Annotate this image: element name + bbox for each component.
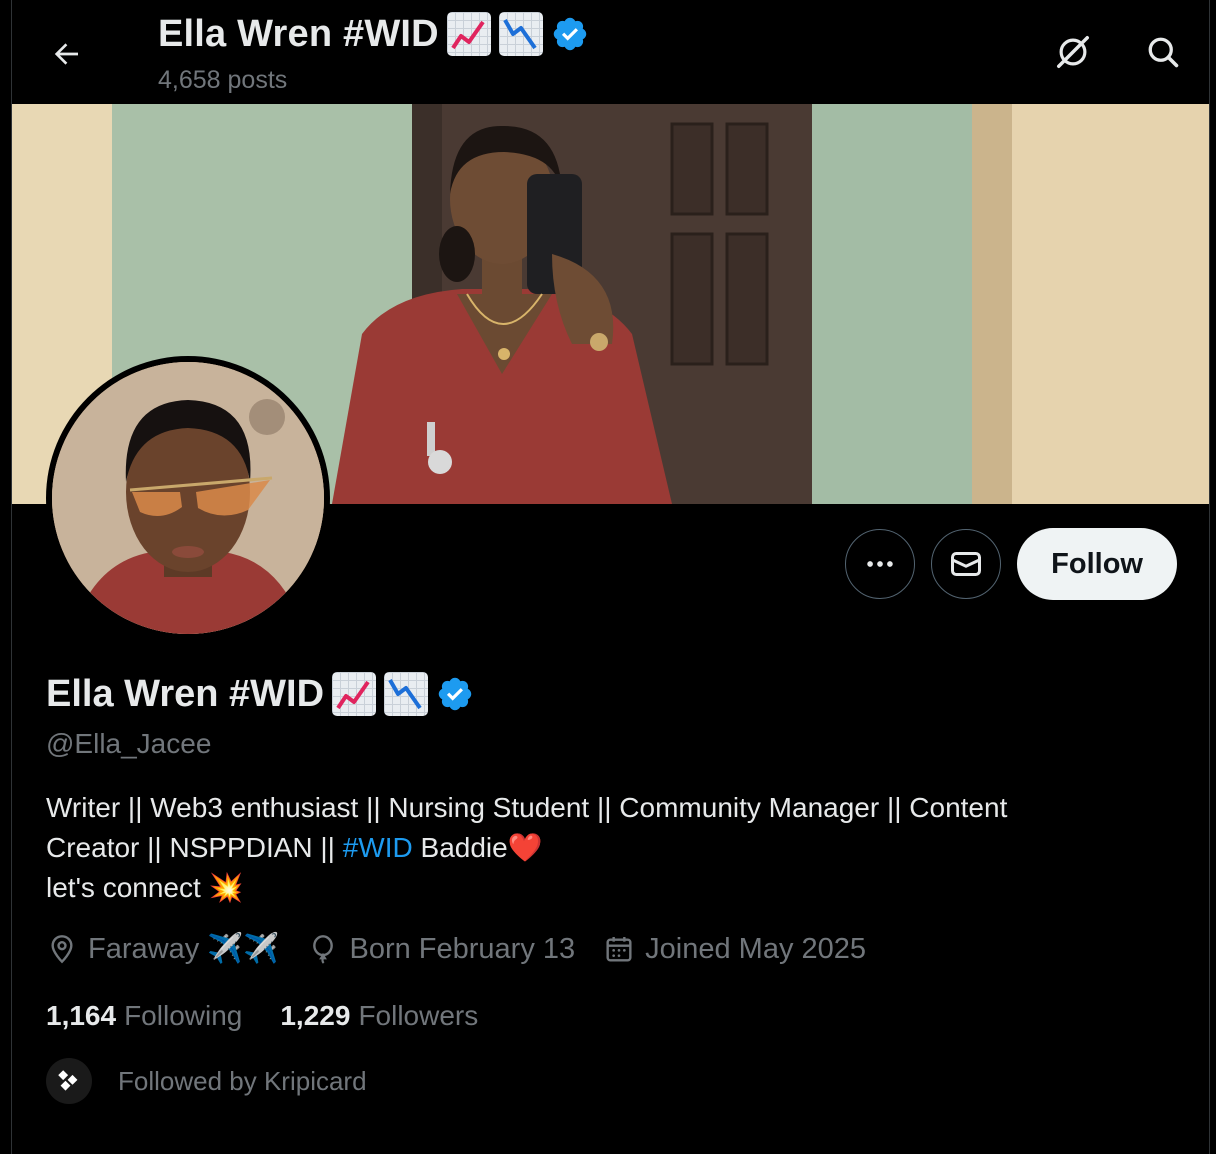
- avatar-image: [52, 362, 324, 634]
- calendar-icon: [606, 937, 632, 962]
- verified-badge-icon: [553, 17, 587, 51]
- followers-label: Followers: [358, 1000, 479, 1031]
- following-link[interactable]: 1,164 Following: [46, 1000, 242, 1032]
- follow-button[interactable]: Follow: [1017, 528, 1177, 600]
- chart-decreasing-emoji: [384, 672, 429, 716]
- following-label: Following: [124, 1000, 243, 1031]
- bio-line-2: Creator || NSPPDIAN || #WID Baddie❤️: [46, 828, 1156, 868]
- follower-avatar: [46, 1058, 92, 1104]
- hashtag-link[interactable]: #WID: [343, 832, 413, 863]
- profile-name-row: Ella Wren #WID: [46, 672, 474, 716]
- chart-increasing-emoji: [332, 672, 377, 716]
- followers-link[interactable]: 1,229 Followers: [280, 1000, 478, 1032]
- collision-emoji: 💥: [208, 872, 244, 903]
- followed-by-text: Followed by Kripicard: [118, 1065, 367, 1096]
- search-icon: [1148, 37, 1179, 68]
- header-display-name: Ella Wren #WID: [158, 12, 439, 55]
- followed-by-row[interactable]: Followed by Kripicard: [46, 1058, 367, 1104]
- bio-text: Baddie: [412, 832, 508, 863]
- location-pin-icon: [51, 935, 73, 964]
- more-button[interactable]: [845, 529, 916, 599]
- heart-emoji: ❤️: [507, 832, 543, 863]
- more-icon: [867, 561, 893, 567]
- bio-text: Creator || NSPPDIAN ||: [46, 832, 343, 863]
- kripicard-logo-icon: [58, 1070, 78, 1091]
- profile-actions: Follow: [845, 528, 1177, 600]
- grok-icon: [1057, 36, 1089, 68]
- profile-display-name: Ella Wren #WID: [46, 672, 325, 715]
- header-title: Ella Wren #WID: [158, 12, 589, 56]
- joined-text: Joined May 2025: [645, 932, 867, 965]
- chart-increasing-emoji: [446, 12, 491, 56]
- verified-badge-icon[interactable]: [436, 675, 474, 713]
- profile-avatar[interactable]: [46, 356, 330, 640]
- arrow-left-icon: [54, 43, 78, 65]
- birthday-text: Born February 13: [349, 932, 576, 965]
- profile-bio: Writer || Web3 enthusiast || Nursing Stu…: [46, 788, 1156, 908]
- followers-count: 1,229: [280, 1000, 351, 1031]
- chart-decreasing-emoji: [498, 12, 543, 56]
- top-bar: Ella Wren #WID 4,658 posts: [12, 0, 1209, 104]
- bio-text: let's connect: [46, 872, 209, 903]
- grok-button[interactable]: [1051, 30, 1095, 74]
- bio-line-1: Writer || Web3 enthusiast || Nursing Stu…: [46, 792, 1008, 823]
- search-button[interactable]: [1141, 30, 1185, 74]
- bio-line-3: let's connect 💥: [46, 868, 1156, 908]
- header-actions: [1051, 30, 1185, 74]
- profile-handle: @Ella_Jacee: [46, 728, 212, 759]
- joined-item: Joined May 2025: [603, 933, 866, 966]
- posts-count: 4,658 posts: [158, 66, 288, 94]
- back-button[interactable]: [46, 34, 86, 74]
- birthday-item: Born February 13: [307, 933, 575, 966]
- balloon-icon: [313, 935, 334, 964]
- following-count: 1,164: [46, 1000, 117, 1031]
- follow-stats: 1,164 Following 1,229 Followers: [46, 1000, 478, 1032]
- profile-page: Ella Wren #WID 4,658 posts Follow Ella W…: [11, 0, 1210, 1154]
- envelope-icon: [951, 552, 982, 576]
- profile-meta: Faraway ✈️✈️ Born February 13 Joined May…: [46, 932, 866, 966]
- message-button[interactable]: [931, 529, 1002, 599]
- location-item: Faraway ✈️✈️: [46, 932, 279, 966]
- location-text: Faraway ✈️✈️: [88, 933, 280, 965]
